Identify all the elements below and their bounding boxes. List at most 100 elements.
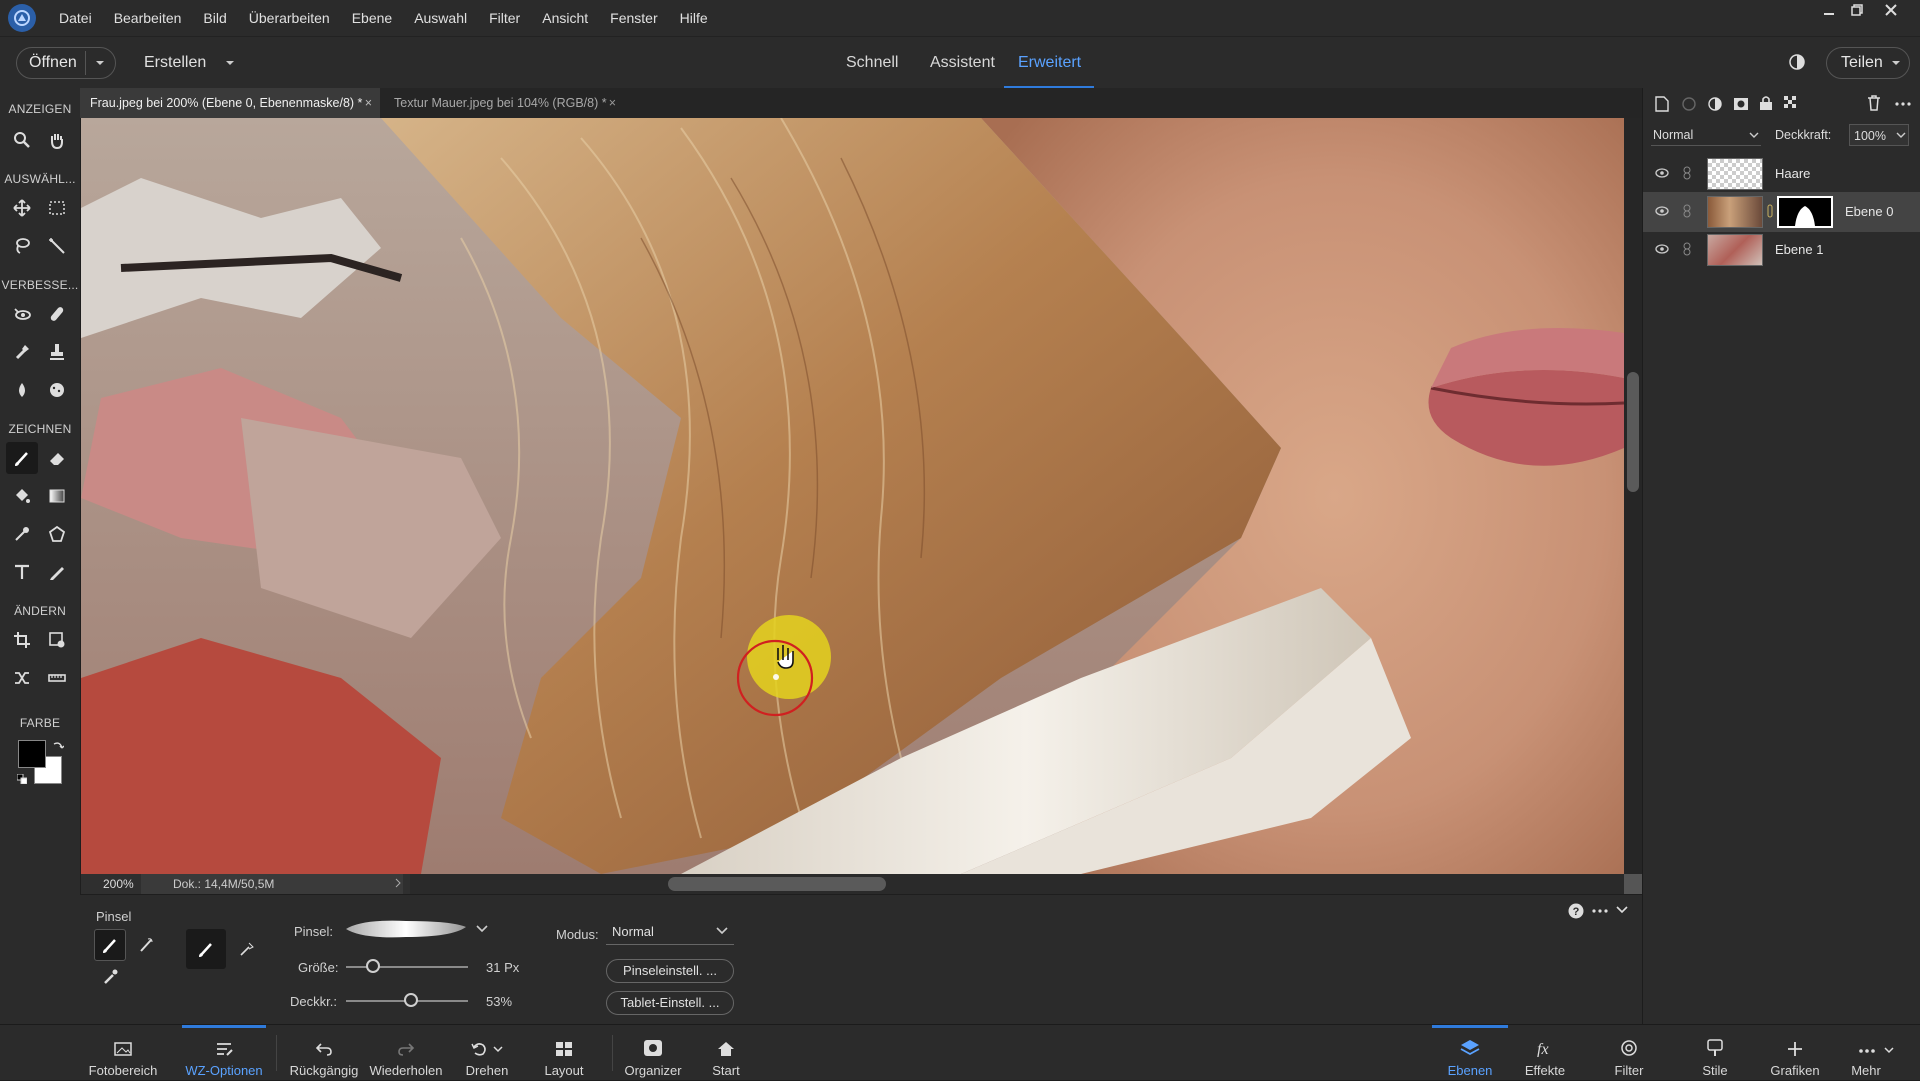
menu-fenster[interactable]: Fenster: [599, 0, 668, 36]
default-colors-icon[interactable]: [17, 774, 27, 784]
blur-tool-icon[interactable]: [6, 374, 38, 406]
crop-tool-icon[interactable]: [6, 624, 38, 656]
close-tab-icon[interactable]: ×: [609, 88, 616, 118]
shape-tool-icon[interactable]: [41, 518, 73, 550]
visibility-eye-icon[interactable]: [1655, 206, 1669, 216]
create-button[interactable]: Erstellen: [144, 37, 235, 89]
healing-brush-icon[interactable]: [41, 298, 73, 330]
layer-mask-icon[interactable]: [1733, 96, 1749, 112]
options-collapse-icon[interactable]: [1616, 906, 1628, 914]
foreground-color-swatch[interactable]: [18, 740, 46, 768]
layer-link-icon[interactable]: [1683, 242, 1691, 256]
size-slider-track[interactable]: [346, 966, 468, 968]
size-slider-thumb[interactable]: [365, 959, 380, 973]
layer-link-icon[interactable]: [1683, 166, 1691, 180]
minimize-icon[interactable]: [1814, 0, 1844, 20]
horizontal-scrollbar[interactable]: [410, 874, 1642, 894]
layer-row-ebene-0[interactable]: Ebene 0: [1643, 192, 1920, 232]
pencil-tool-icon[interactable]: [41, 556, 73, 588]
status-menu-chevron-icon[interactable]: [395, 878, 401, 888]
layout-button[interactable]: Layout: [536, 1025, 592, 1081]
menu-auswahl[interactable]: Auswahl: [403, 0, 478, 36]
tab-erweitert[interactable]: Erweitert: [1018, 37, 1081, 89]
options-more-icon[interactable]: [1592, 909, 1608, 913]
document-tab-frau[interactable]: Frau.jpeg bei 200% (Ebene 0, Ebenenmaske…: [80, 88, 380, 118]
menu-ebene[interactable]: Ebene: [341, 0, 403, 36]
layers-more-icon[interactable]: [1895, 102, 1911, 106]
menu-bearbeiten[interactable]: Bearbeiten: [103, 0, 193, 36]
brush-preset-dropdown-icon[interactable]: [476, 925, 488, 933]
zoom-tool-icon[interactable]: [6, 124, 38, 156]
fotobereich-button[interactable]: Fotobereich: [84, 1025, 162, 1081]
redo-button[interactable]: Wiederholen: [366, 1025, 446, 1081]
lock-transparency-icon[interactable]: [1783, 95, 1799, 111]
layer-mask-thumbnail[interactable]: [1777, 196, 1833, 228]
menu-bild[interactable]: Bild: [192, 0, 237, 36]
image-canvas[interactable]: [81, 118, 1624, 874]
vertical-scrollbar[interactable]: [1624, 118, 1642, 874]
filter-button[interactable]: Filter: [1596, 1025, 1662, 1081]
menu-ueberarbeiten[interactable]: Überarbeiten: [238, 0, 341, 36]
clone-stamp-icon[interactable]: [41, 336, 73, 368]
brush-variant-color-replace-icon[interactable]: [94, 961, 126, 993]
blend-mode-select[interactable]: Normal: [1651, 124, 1761, 146]
vertical-scroll-thumb[interactable]: [1627, 372, 1639, 492]
brush-tool-icon[interactable]: [6, 442, 38, 474]
stile-button[interactable]: Stile: [1682, 1025, 1748, 1081]
rotate-button[interactable]: Drehen: [458, 1025, 516, 1081]
eyedropper-icon[interactable]: [6, 518, 38, 550]
restore-icon[interactable]: [1842, 0, 1872, 20]
new-group-icon[interactable]: [1681, 96, 1697, 112]
visibility-eye-icon[interactable]: [1655, 168, 1669, 178]
brush-variant-impressionist-icon[interactable]: [130, 929, 162, 961]
menu-datei[interactable]: Datei: [48, 0, 103, 36]
delete-layer-icon[interactable]: [1867, 95, 1881, 111]
new-layer-icon[interactable]: [1655, 96, 1669, 112]
brush-settings-button[interactable]: Pinseleinstell. ...: [606, 959, 734, 983]
mode-select[interactable]: Normal: [606, 917, 734, 945]
open-dropdown-icon[interactable]: [95, 60, 105, 66]
brush-variant-brush-icon[interactable]: [94, 929, 126, 961]
visibility-eye-icon[interactable]: [1655, 244, 1669, 254]
wz-optionen-button[interactable]: WZ-Optionen: [182, 1025, 266, 1081]
tab-assistent[interactable]: Assistent: [930, 37, 995, 89]
lasso-tool-icon[interactable]: [6, 230, 38, 262]
text-tool-icon[interactable]: [6, 556, 38, 588]
eraser-tool-icon[interactable]: [41, 442, 73, 474]
layer-row-ebene-1[interactable]: Ebene 1: [1643, 230, 1920, 270]
undo-button[interactable]: Rückgängig: [286, 1025, 362, 1081]
document-tab-textur[interactable]: Textur Mauer.jpeg bei 104% (RGB/8) * ×: [384, 88, 624, 118]
sponge-tool-icon[interactable]: [41, 374, 73, 406]
theme-toggle-icon[interactable]: [1788, 53, 1806, 71]
layer-link-icon[interactable]: [1683, 204, 1691, 218]
straighten-tool-icon[interactable]: [41, 662, 73, 694]
layer-row-haare[interactable]: Haare: [1643, 154, 1920, 194]
help-icon[interactable]: ?: [1568, 903, 1584, 919]
paint-bucket-icon[interactable]: [6, 480, 38, 512]
close-tab-icon[interactable]: ×: [365, 88, 372, 118]
menu-filter[interactable]: Filter: [478, 0, 531, 36]
mehr-button[interactable]: Mehr: [1840, 1025, 1914, 1081]
close-window-icon[interactable]: [1876, 0, 1906, 20]
brush-mode-airbrush-icon[interactable]: [230, 933, 262, 965]
layer-opacity-dropdown-icon[interactable]: [1896, 132, 1906, 138]
layer-opacity-field[interactable]: 100%: [1849, 124, 1909, 146]
brush-preset-preview[interactable]: [342, 915, 470, 943]
tablet-settings-button[interactable]: Tablet-Einstell. ...: [606, 991, 734, 1015]
menu-ansicht[interactable]: Ansicht: [531, 0, 599, 36]
marquee-tool-icon[interactable]: [41, 192, 73, 224]
lock-icon[interactable]: [1759, 95, 1773, 111]
gradient-tool-icon[interactable]: [41, 480, 73, 512]
open-button[interactable]: Öffnen: [16, 47, 116, 79]
ebenen-button[interactable]: Ebenen: [1432, 1025, 1508, 1081]
horizontal-scroll-thumb[interactable]: [668, 877, 886, 891]
adjustment-layer-icon[interactable]: [1707, 96, 1723, 112]
smart-brush-icon[interactable]: [6, 336, 38, 368]
red-eye-tool-icon[interactable]: [6, 298, 38, 330]
menu-hilfe[interactable]: Hilfe: [669, 0, 719, 36]
tab-schnell[interactable]: Schnell: [846, 37, 898, 89]
content-aware-move-icon[interactable]: [6, 662, 38, 694]
start-button[interactable]: Start: [700, 1025, 752, 1081]
share-button[interactable]: Teilen: [1826, 47, 1910, 79]
swap-colors-icon[interactable]: [52, 740, 64, 752]
